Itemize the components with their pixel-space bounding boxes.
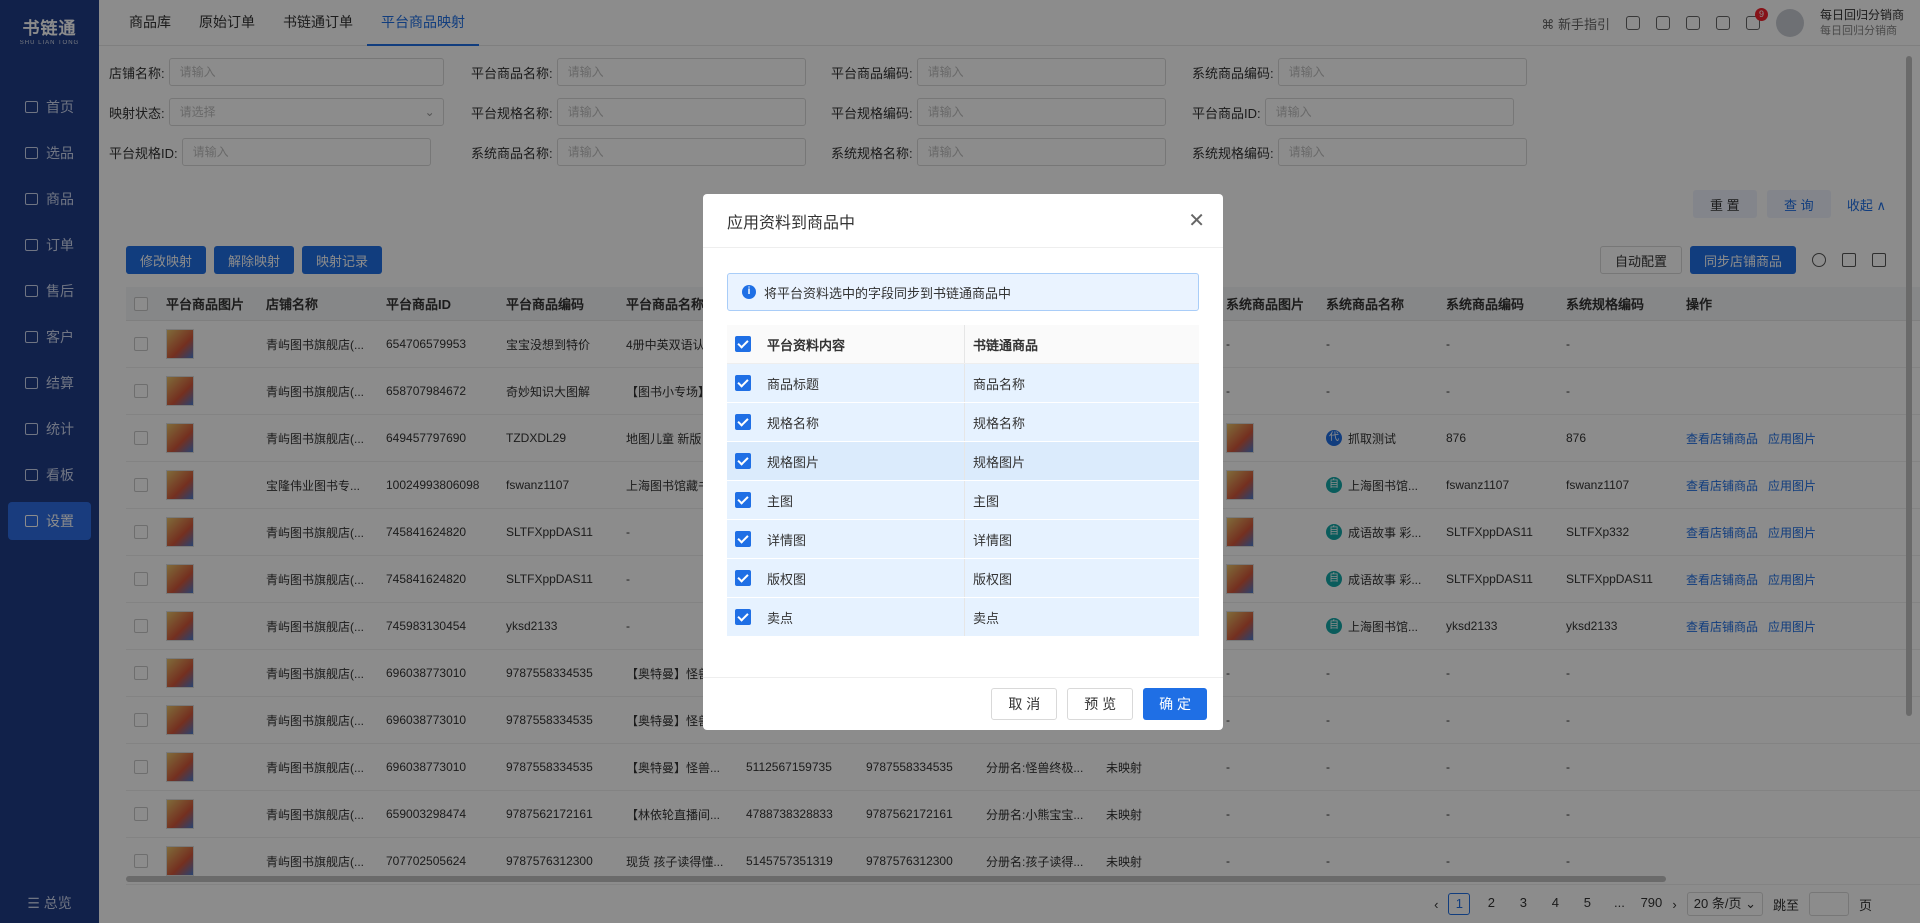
field-checkbox[interactable] bbox=[735, 453, 751, 469]
field-platform-content: 规格名称 bbox=[767, 415, 820, 431]
field-checkbox[interactable] bbox=[735, 609, 751, 625]
field-platform-content: 商品标题 bbox=[767, 376, 820, 392]
field-checkbox[interactable] bbox=[735, 531, 751, 547]
close-icon[interactable]: ✕ bbox=[1188, 211, 1205, 231]
info-icon: i bbox=[742, 285, 756, 299]
field-slt-goods: 规格图片 bbox=[973, 454, 1026, 470]
field-row[interactable]: 规格图片 规格图片 bbox=[727, 442, 1199, 481]
modal-footer: 取 消 预 览 确 定 bbox=[703, 677, 1223, 730]
field-platform-content: 卖点 bbox=[767, 610, 794, 626]
field-checkbox[interactable] bbox=[735, 375, 751, 391]
field-row[interactable]: 卖点 卖点 bbox=[727, 598, 1199, 637]
field-row[interactable]: 规格名称 规格名称 bbox=[727, 403, 1199, 442]
field-platform-content: 主图 bbox=[767, 493, 794, 509]
ok-button[interactable]: 确 定 bbox=[1143, 688, 1207, 720]
info-alert: i 将平台资料选中的字段同步到书链通商品中 bbox=[727, 273, 1199, 311]
field-slt-goods: 主图 bbox=[973, 493, 1000, 509]
field-table-header: 平台资料内容 书链通商品 bbox=[727, 325, 1199, 364]
field-table: 平台资料内容 书链通商品 商品标题 商品名称 规格名称 规格名称 规格图片 规格图片 主图主… bbox=[727, 325, 1199, 637]
field-slt-goods: 版权图 bbox=[973, 571, 1013, 587]
preview-button[interactable]: 预 览 bbox=[1067, 688, 1134, 720]
field-row[interactable]: 主图 主图 bbox=[727, 481, 1199, 520]
col-platform-content: 平台资料内容 bbox=[767, 337, 846, 353]
field-slt-goods: 卖点 bbox=[973, 610, 1000, 626]
field-slt-goods: 商品名称 bbox=[973, 376, 1026, 392]
modal-title: 应用资料到商品中 bbox=[703, 194, 1223, 248]
field-row[interactable]: 详情图 详情图 bbox=[727, 520, 1199, 559]
field-checkbox[interactable] bbox=[735, 570, 751, 586]
field-platform-content: 版权图 bbox=[767, 571, 807, 587]
field-slt-goods: 规格名称 bbox=[973, 415, 1026, 431]
app-root: 书链通 SHU LIAN TONG 首页 选品 商品 订单 售后 客户 结算 统计 看板 设置 ☰… bbox=[0, 0, 1920, 923]
field-row[interactable]: 商品标题 商品名称 bbox=[727, 364, 1199, 403]
field-checkbox[interactable] bbox=[735, 492, 751, 508]
info-text: 将平台资料选中的字段同步到书链通商品中 bbox=[764, 285, 1012, 301]
field-slt-goods: 详情图 bbox=[973, 532, 1013, 548]
field-checkbox[interactable] bbox=[735, 414, 751, 430]
apply-data-modal: 应用资料到商品中 ✕ i 将平台资料选中的字段同步到书链通商品中 平台资料内容 … bbox=[703, 194, 1223, 730]
select-all-checkbox[interactable] bbox=[735, 336, 751, 352]
field-platform-content: 详情图 bbox=[767, 532, 807, 548]
field-platform-content: 规格图片 bbox=[767, 454, 820, 470]
cancel-button[interactable]: 取 消 bbox=[991, 688, 1058, 720]
field-row[interactable]: 版权图 版权图 bbox=[727, 559, 1199, 598]
col-slt-goods: 书链通商品 bbox=[973, 337, 1039, 353]
